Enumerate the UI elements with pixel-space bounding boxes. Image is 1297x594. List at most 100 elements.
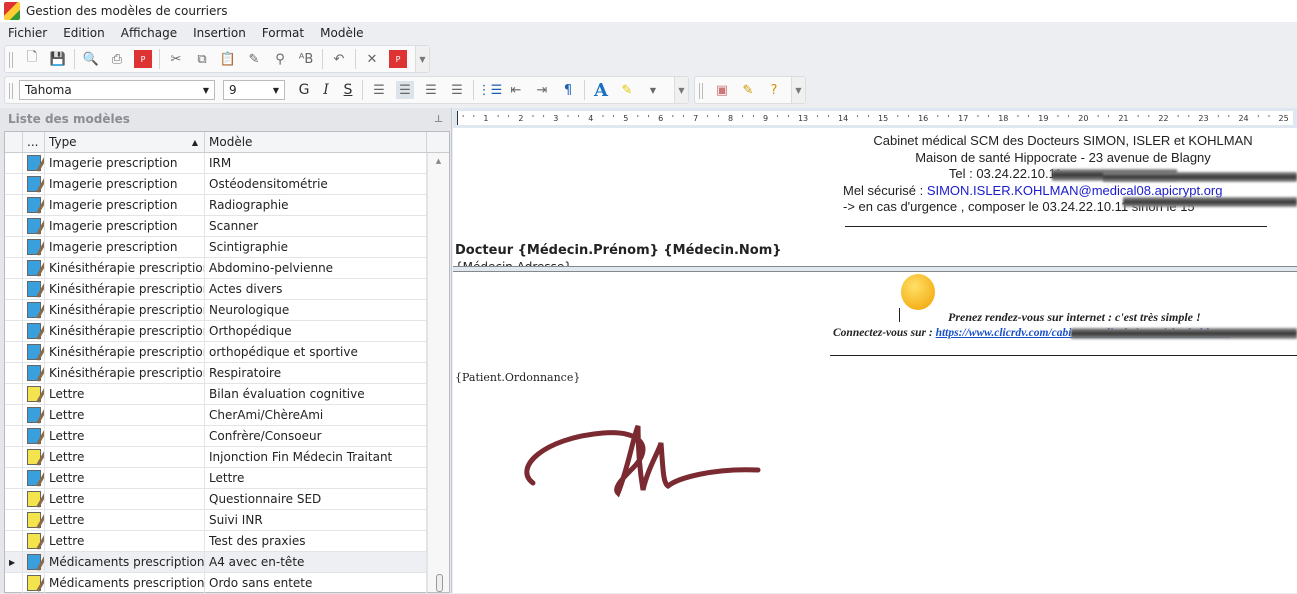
type-cell: Lettre [45, 510, 205, 530]
table-row[interactable]: Imagerie prescription IRM [5, 153, 449, 174]
document-template-icon [27, 197, 41, 213]
font-size-select[interactable]: 9 ▼ [223, 80, 285, 100]
new-icon[interactable]: 🗋 [23, 50, 41, 68]
table-row[interactable]: Imagerie prescription Ostéodensitométrie [5, 174, 449, 195]
document-editor[interactable]: ' ' 1 ' ' 2 ' ' 3 ' ' 4 ' ' 5 ' ' 6 ' ' 7 ' ' 8 ' ' 9 ' ' 13 ' ' 14 ' ' 15 '… [453, 108, 1297, 593]
ruler-tick: ' [1177, 113, 1180, 123]
print-preview-icon[interactable]: 🔍 [82, 50, 100, 68]
table-row[interactable]: Kinésithérapie prescription orthopédique … [5, 342, 449, 363]
save-icon[interactable]: 💾 [49, 50, 67, 68]
menu-fichier[interactable]: Fichier [0, 26, 55, 40]
scrollbar-thumb[interactable] [436, 574, 443, 592]
ruler-number: 21 [1118, 113, 1129, 123]
ruler-tick: ' [1267, 113, 1271, 123]
find-icon[interactable]: ⚲ [271, 50, 289, 68]
menu-modèle[interactable]: Modèle [312, 26, 371, 40]
ruler-number: 16 [918, 113, 929, 123]
table-row[interactable]: Kinésithérapie prescription Orthopédique [5, 321, 449, 342]
ruler-tick: ' [671, 113, 674, 123]
table-row[interactable]: Imagerie prescription Scanner [5, 216, 449, 237]
toolbar-overflow-button[interactable]: ▼ [674, 77, 688, 103]
table-row[interactable]: Imagerie prescription Radiographie [5, 195, 449, 216]
increase-indent-icon[interactable]: ⇥ [533, 81, 551, 99]
menu-format[interactable]: Format [254, 26, 312, 40]
insert-field-icon[interactable]: ▣ [713, 81, 731, 99]
chevron-down-icon[interactable]: ▼ [644, 81, 662, 99]
pdf-icon[interactable]: P [134, 50, 152, 68]
table-row[interactable]: Lettre Suivi INR [5, 510, 449, 531]
type-cell: Kinésithérapie prescription [45, 363, 205, 383]
menu-bar: Fichier Edition Affichage Insertion Format Mo… [0, 22, 1297, 44]
ruler-tick: ' [741, 113, 744, 123]
toolbar-overflow-button[interactable]: ▼ [791, 77, 805, 103]
column-header-type[interactable]: Type ▲ [45, 132, 205, 152]
vertical-scrollbar[interactable]: ▲ [427, 153, 449, 592]
replace-icon[interactable]: ᴬB [297, 50, 315, 68]
table-row[interactable]: Lettre Questionnaire SED [5, 489, 449, 510]
table-row[interactable]: Médicaments prescription Ordo sans entete [5, 573, 449, 594]
table-row[interactable]: Lettre Confrère/Consoeur [5, 426, 449, 447]
table-row[interactable]: Lettre Test des praxies [5, 531, 449, 552]
font-color-icon[interactable]: A [592, 80, 610, 101]
edit-model-icon[interactable]: ✎ [739, 81, 757, 99]
font-select[interactable]: Tahoma ▼ [19, 80, 215, 100]
column-header-model[interactable]: Modèle [205, 132, 427, 152]
divider [159, 49, 160, 69]
table-row[interactable]: Kinésithérapie prescription Abdomino-pelv… [5, 258, 449, 279]
eraser-icon[interactable]: ✎ [245, 50, 263, 68]
bold-button[interactable]: G [293, 82, 315, 98]
font-size-value: 9 [229, 83, 237, 97]
table-row[interactable]: Kinésithérapie prescription Actes divers [5, 279, 449, 300]
toolbar-overflow-button[interactable]: ▼ [415, 46, 429, 72]
app-logo-icon [4, 2, 20, 20]
help-model-icon[interactable]: ? [765, 81, 783, 99]
thumbs-up-smiley-icon [901, 274, 935, 310]
align-left-icon[interactable]: ☰ [370, 81, 388, 99]
type-cell: Lettre [45, 384, 205, 404]
table-row[interactable]: Lettre Bilan évaluation cognitive [5, 384, 449, 405]
row-icon-cell [23, 237, 45, 257]
menu-affichage[interactable]: Affichage [113, 26, 185, 40]
decrease-indent-icon[interactable]: ⇤ [507, 81, 525, 99]
menu-insertion[interactable]: Insertion [185, 26, 254, 40]
toolbar-grip[interactable] [9, 83, 13, 99]
justify-icon[interactable]: ☰ [448, 81, 466, 99]
ruler-number: 17 [958, 113, 969, 123]
section-splitter[interactable] [453, 266, 1297, 272]
table-row[interactable]: ▶ Médicaments prescription A4 avec en-tête [5, 552, 449, 573]
column-options[interactable]: ... [23, 132, 45, 152]
ruler-number: 5 [623, 113, 629, 123]
scroll-up-icon[interactable]: ▲ [428, 157, 449, 165]
table-row[interactable]: Lettre Injonction Fin Médecin Traitant [5, 447, 449, 468]
delete-icon[interactable]: ✕ [363, 50, 381, 68]
toolbar-grip[interactable] [9, 52, 13, 68]
print-icon[interactable]: ⎙ [108, 50, 126, 68]
document-template-icon [27, 260, 41, 276]
italic-button[interactable]: I [315, 82, 337, 98]
ruler-tick: ' [752, 113, 755, 123]
model-cell: Injonction Fin Médecin Traitant [205, 447, 427, 467]
type-cell: Lettre [45, 447, 205, 467]
undo-icon[interactable]: ↶ [330, 50, 348, 68]
copy-icon[interactable]: ⧉ [193, 50, 211, 68]
table-row[interactable]: Lettre Lettre [5, 468, 449, 489]
strikethrough-button[interactable]: S [337, 82, 359, 98]
toolbar-grip[interactable] [699, 83, 703, 99]
divider [322, 49, 323, 69]
table-row[interactable]: Lettre CherAmi/ChèreAmi [5, 405, 449, 426]
align-center-icon[interactable]: ☰ [396, 81, 414, 99]
highlight-icon[interactable]: ✎ [618, 81, 636, 99]
cut-icon[interactable]: ✂ [167, 50, 185, 68]
bullet-list-icon[interactable]: ⋮☰ [478, 81, 503, 99]
export-pdf-icon[interactable]: P [389, 50, 407, 68]
paste-icon[interactable]: 📋 [219, 50, 237, 68]
paragraph-icon[interactable]: ¶ [559, 81, 577, 99]
divider [74, 49, 75, 69]
table-row[interactable]: Imagerie prescription Scintigraphie [5, 237, 449, 258]
pin-icon[interactable]: ⊥ [434, 114, 443, 125]
table-row[interactable]: Kinésithérapie prescription Neurologique [5, 300, 449, 321]
table-row[interactable]: Kinésithérapie prescription Respiratoire [5, 363, 449, 384]
menu-edition[interactable]: Edition [55, 26, 113, 40]
row-icon-cell [23, 195, 45, 215]
align-right-icon[interactable]: ☰ [422, 81, 440, 99]
